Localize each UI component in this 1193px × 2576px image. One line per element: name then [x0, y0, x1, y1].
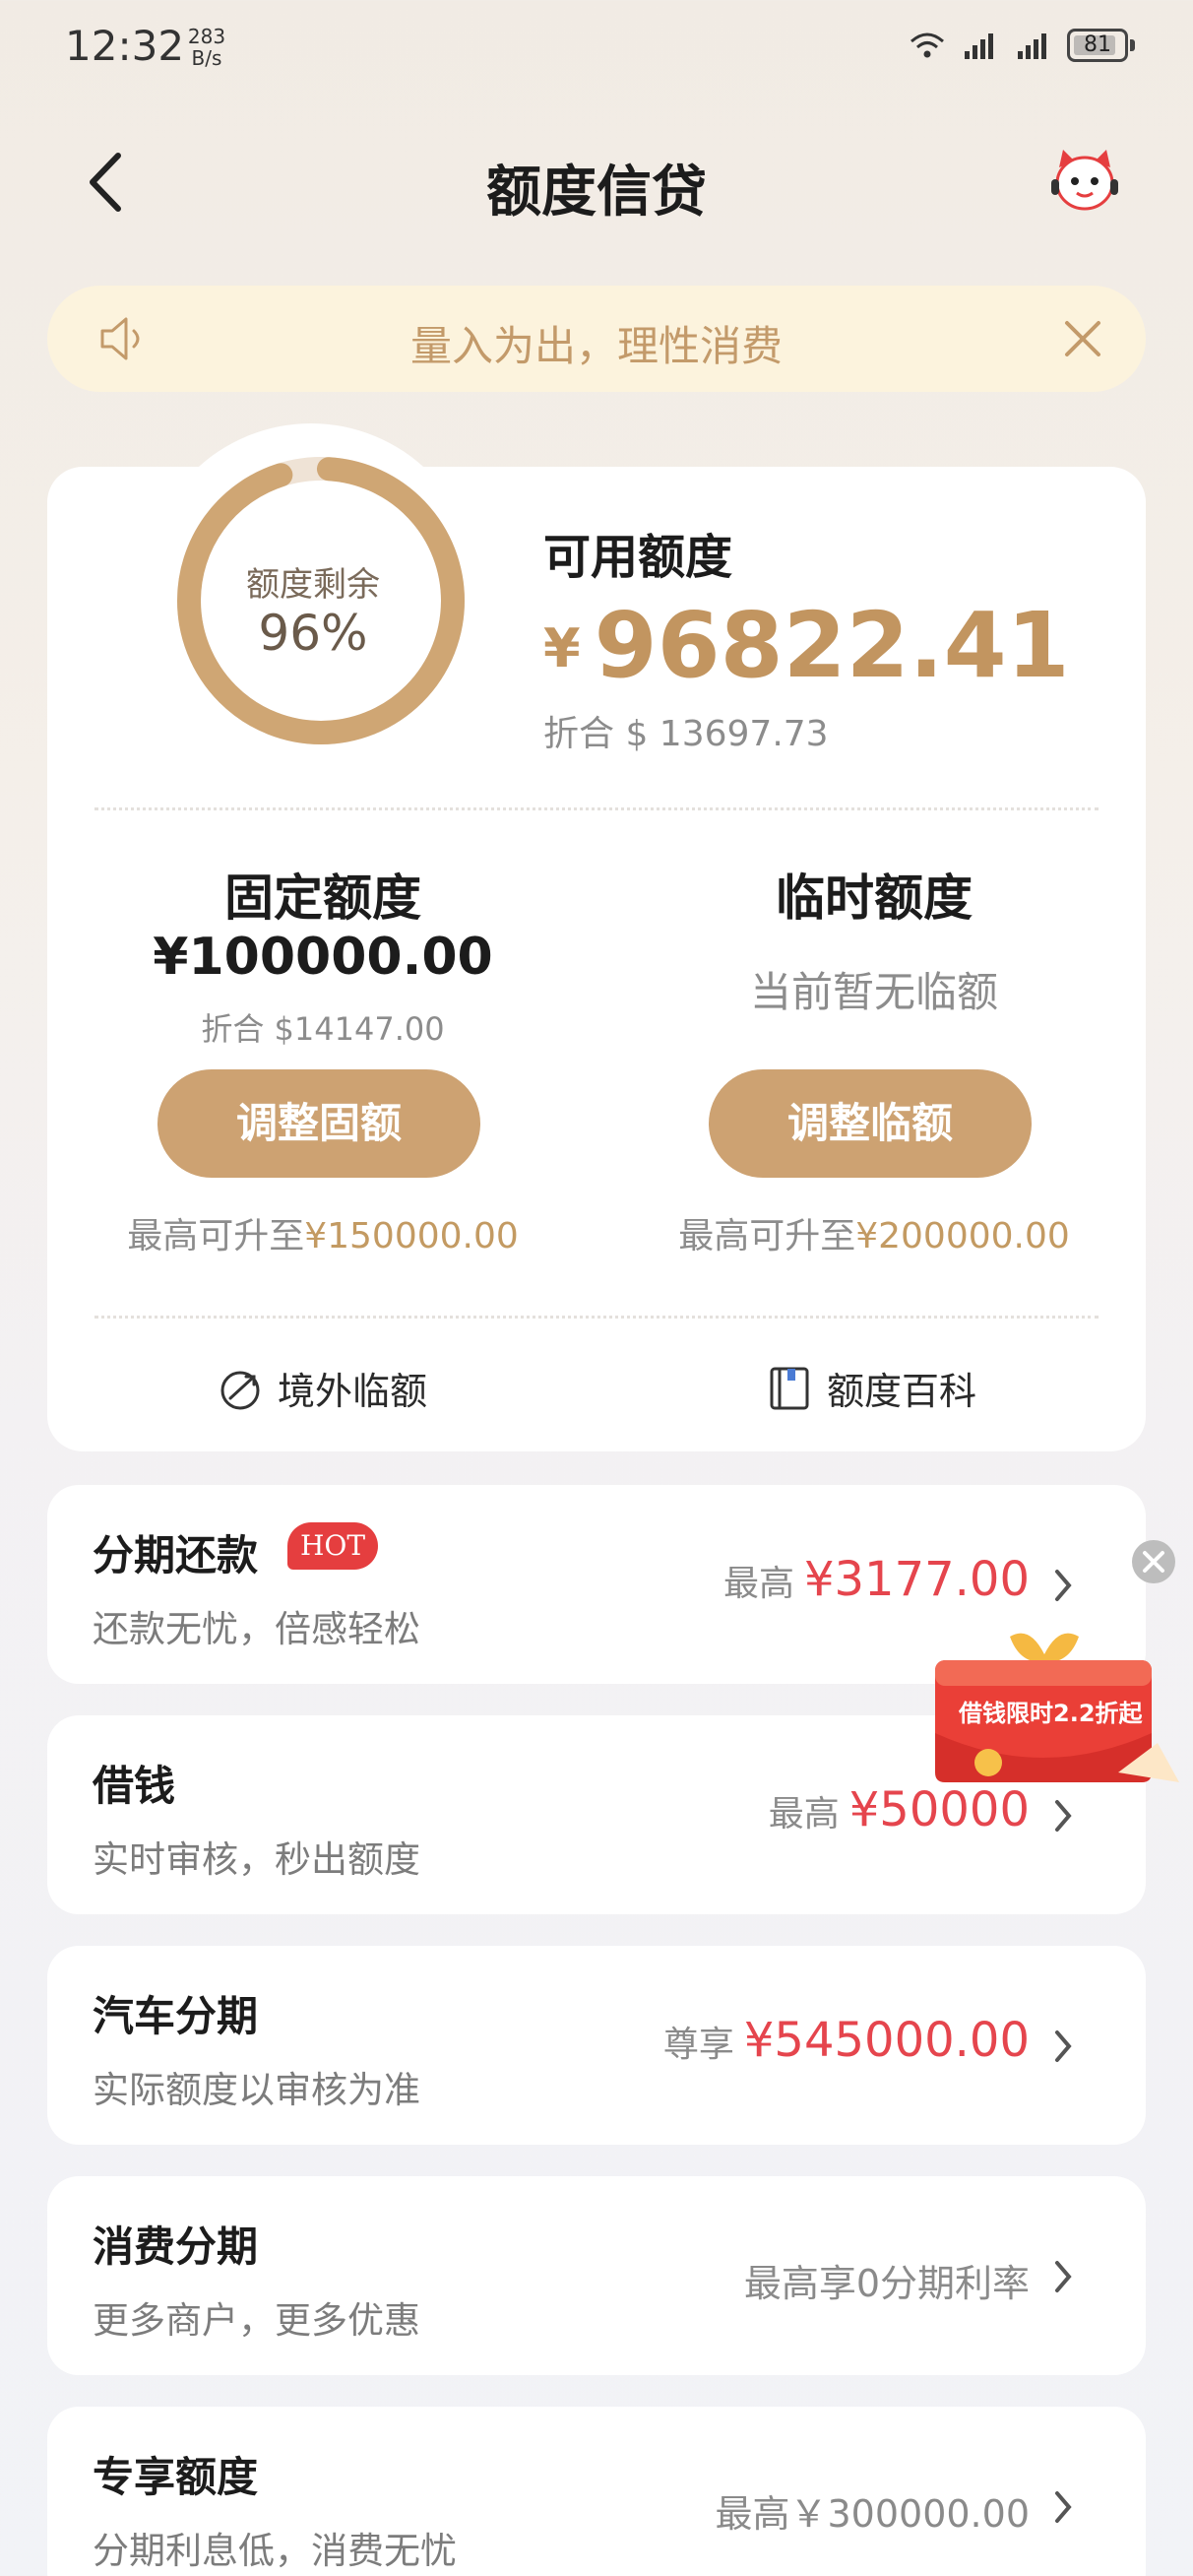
credit-encyclopedia-link[interactable]: 额度百科	[766, 1361, 976, 1415]
notice-text: 量入为出，理性消费	[409, 322, 783, 370]
credit-summary-card: 额度剩余 96% 可用额度 ¥96822.41 折合 $ 13697.73 固定…	[47, 423, 1146, 1451]
row-subtitle: 分期利息低，消费无忧	[93, 2530, 457, 2572]
fixed-max-prefix: 最高可升至	[127, 1216, 305, 1256]
promo-envelope[interactable]: 借钱限时2.2折起	[921, 1625, 1187, 1822]
page-title: 额度信贷	[486, 161, 707, 225]
row-amount: 尊享 ¥545000.00	[663, 2013, 1030, 2068]
row-amount: 最高 ¥3177.00	[723, 1552, 1030, 1607]
row-subtitle: 还款无忧，倍感轻松	[93, 1608, 420, 1650]
overseas-credit-label: 境外临额	[278, 1370, 428, 1413]
plane-globe-icon	[220, 1371, 260, 1409]
row-amount: 最高￥300000.00	[716, 2483, 1031, 2538]
fixed-equiv: 折合 $14147.00	[201, 1010, 445, 1048]
temporary-max-value: ¥200000.00	[855, 1216, 1070, 1256]
row-title: 专享额度	[93, 2453, 259, 2501]
temporary-title: 临时额度	[776, 869, 973, 927]
available-value: 96822.41	[594, 593, 1070, 698]
chevron-right-icon	[1055, 1570, 1072, 1601]
status-bar: 12:32 283 B/s 81	[0, 0, 1193, 98]
overseas-credit-link[interactable]: 境外临额	[217, 1361, 427, 1415]
status-time: 12:32	[65, 22, 185, 70]
credit-encyclopedia-label: 额度百科	[827, 1370, 977, 1413]
chevron-right-icon	[1055, 2491, 1072, 2523]
chevron-right-icon	[1055, 2030, 1072, 2062]
adjust-fixed-button[interactable]: 调整固额	[157, 1069, 480, 1178]
ring-percent: 96%	[258, 605, 368, 662]
row-amount-label: 最高	[722, 1564, 794, 1604]
signal-icon-2	[1018, 33, 1046, 59]
chevron-right-icon	[1055, 2261, 1072, 2292]
fixed-title: 固定额度	[224, 869, 421, 927]
hot-badge: HOT	[287, 1522, 378, 1570]
notice-banner: 量入为出，理性消费	[47, 286, 1146, 392]
ring-label: 额度剩余	[246, 565, 380, 605]
customer-service-mascot-icon[interactable]	[1045, 142, 1124, 221]
battery-level: 81	[1084, 32, 1111, 57]
temporary-none: 当前暂无临额	[749, 968, 998, 1016]
row-title: 借钱	[93, 1762, 176, 1810]
available-amount: ¥96822.41	[543, 593, 1070, 698]
network-speed-value: 283	[187, 25, 226, 48]
adjust-temporary-button[interactable]: 调整临额	[709, 1069, 1032, 1178]
wifi-icon	[910, 32, 944, 58]
row-amount: 最高享0分期利率	[744, 2253, 1030, 2307]
row-subtitle: 实际额度以审核为准	[93, 2069, 420, 2111]
promo-close-icon[interactable]	[1130, 1538, 1177, 1585]
row-amount-value: ¥545000.00	[743, 2013, 1030, 2068]
network-speed-unit: B/s	[191, 46, 222, 70]
available-equiv: 折合 $ 13697.73	[543, 714, 829, 754]
fixed-max: 最高可升至¥150000.00	[77, 1207, 569, 1258]
nav-bar: 额度信贷	[0, 118, 1193, 246]
list-item-consumer-installment[interactable]: 消费分期 更多商户，更多优惠 最高享0分期利率	[47, 2176, 1146, 2375]
row-title: 消费分期	[93, 2222, 259, 2271]
book-icon	[770, 1367, 809, 1409]
row-subtitle: 更多商户，更多优惠	[93, 2299, 420, 2342]
fixed-amount: ¥100000.00	[153, 928, 493, 987]
divider	[94, 807, 1099, 810]
row-subtitle: 实时审核，秒出额度	[93, 1838, 420, 1881]
row-amount-label: 最高	[768, 1794, 840, 1835]
row-amount-text: 最高享0分期利率	[743, 2262, 1030, 2305]
row-amount-value: ¥3177.00	[803, 1552, 1030, 1607]
signal-icon	[965, 33, 993, 59]
divider	[94, 1316, 1099, 1319]
network-speed: 283 B/s	[187, 26, 226, 69]
battery-icon: 81	[1067, 29, 1135, 62]
promo-text: 借钱限时2.2折起	[959, 1700, 1143, 1727]
row-amount-label: 尊享	[662, 2025, 734, 2065]
available-currency: ¥	[543, 617, 581, 679]
temporary-max-prefix: 最高可升至	[678, 1216, 856, 1256]
fixed-max-value: ¥150000.00	[304, 1216, 519, 1256]
temporary-max: 最高可升至¥200000.00	[628, 1207, 1120, 1258]
list-item-car-installment[interactable]: 汽车分期 实际额度以审核为准 尊享 ¥545000.00	[47, 1946, 1146, 2145]
row-title: 分期还款	[93, 1531, 259, 1579]
list-item-exclusive-credit[interactable]: 专享额度 分期利息低，消费无忧 最高￥300000.00	[47, 2407, 1146, 2576]
row-amount-text: 最高￥300000.00	[715, 2492, 1031, 2536]
available-title: 可用额度	[543, 530, 733, 585]
close-icon[interactable]	[1059, 315, 1106, 362]
row-title: 汽车分期	[93, 1992, 259, 2040]
